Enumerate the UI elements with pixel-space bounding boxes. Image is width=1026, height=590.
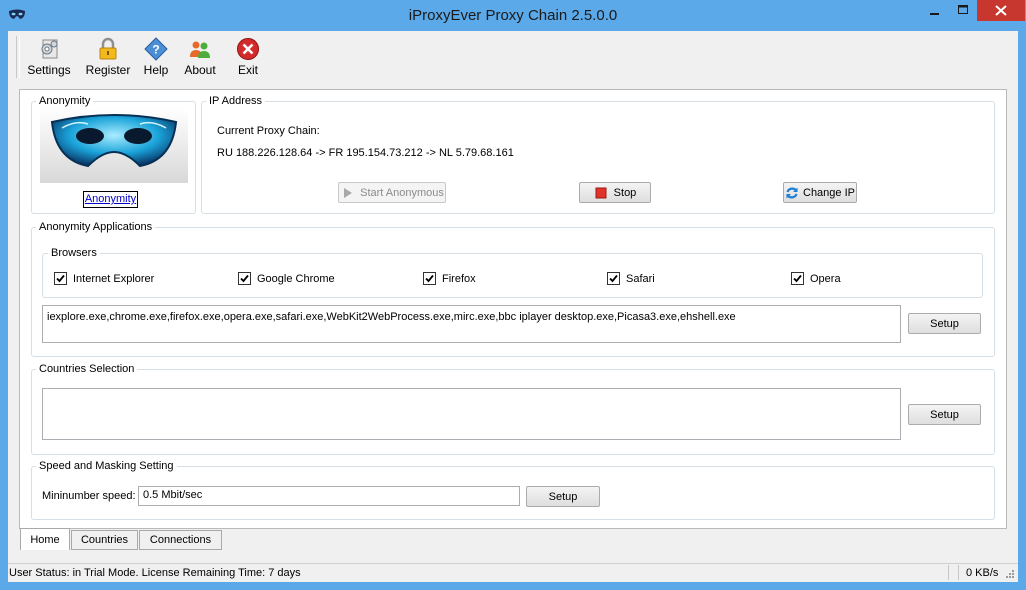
google-chrome-checkbox[interactable]: Google Chrome (238, 272, 335, 285)
close-icon (995, 5, 1007, 16)
tab-connections[interactable]: Connections (139, 530, 222, 550)
countries-setup-button[interactable]: Setup (908, 404, 981, 425)
checkbox-box[interactable] (54, 272, 67, 285)
firefox-checkbox[interactable]: Firefox (423, 272, 476, 285)
checkbox-box[interactable] (423, 272, 436, 285)
window-frame-left (0, 31, 8, 590)
checkbox-box[interactable] (791, 272, 804, 285)
anonymity-link[interactable]: Anonymity (83, 191, 138, 208)
proxy-chain-value: RU 188.226.128.64 -> FR 195.154.73.212 -… (217, 147, 514, 159)
padlock-icon (99, 37, 117, 60)
window-frame-right (1018, 31, 1026, 590)
proxy-chain-label: Current Proxy Chain: (217, 125, 320, 137)
applications-setup-label: Setup (930, 317, 959, 330)
exit-button[interactable]: Exit (232, 35, 264, 79)
checkmark-icon (56, 274, 65, 283)
opera-checkbox[interactable]: Opera (791, 272, 841, 285)
anonymity-group-title: Anonymity (36, 95, 94, 107)
play-icon (344, 187, 353, 198)
close-window-button[interactable] (977, 0, 1025, 21)
maximize-icon (958, 5, 968, 14)
register-button[interactable]: Register (84, 35, 132, 79)
checkbox-box[interactable] (238, 272, 251, 285)
firefox-label: Firefox (442, 272, 476, 285)
settings-label: Settings (27, 63, 71, 77)
browsers-group-title: Browsers (48, 247, 100, 259)
maximize-button[interactable] (949, 0, 977, 21)
tab-home-label: Home (30, 533, 60, 546)
checkmark-icon (425, 274, 434, 283)
mask-app-icon[interactable] (8, 9, 26, 21)
checkbox-box[interactable] (607, 272, 620, 285)
start-anonymous-button[interactable]: Start Anonymous (338, 182, 446, 203)
status-divider (958, 565, 959, 580)
people-icon (190, 41, 210, 58)
tab-countries-label: Countries (80, 534, 129, 546)
change-ip-label: Change IP (803, 186, 855, 199)
ip-address-group-title: IP Address (206, 95, 265, 107)
start-anonymous-label: Start Anonymous (360, 186, 444, 199)
stop-button[interactable]: Stop (579, 182, 651, 203)
internet-explorer-label: Internet Explorer (73, 272, 155, 285)
svg-text:?: ? (152, 43, 159, 57)
countries-setup-label: Setup (930, 408, 959, 421)
checkmark-icon (609, 274, 618, 283)
safari-checkbox[interactable]: Safari (607, 272, 655, 285)
status-divider (948, 565, 949, 580)
countries-textarea[interactable] (42, 388, 901, 440)
speed-masking-title: Speed and Masking Setting (36, 460, 177, 472)
close-circle-icon (237, 38, 259, 60)
about-label: About (184, 63, 216, 77)
internet-explorer-checkbox[interactable]: Internet Explorer (54, 272, 154, 285)
register-label: Register (85, 63, 131, 77)
window-title: iProxyEver Proxy Chain 2.5.0.0 (408, 7, 618, 24)
speed-setup-button[interactable]: Setup (526, 486, 600, 507)
safari-label: Safari (626, 272, 655, 285)
anonymity-applications-title: Anonymity Applications (36, 221, 156, 233)
tab-countries[interactable]: Countries (71, 530, 138, 550)
processes-textarea[interactable]: iexplore.exe,chrome.exe,firefox.exe,oper… (42, 305, 901, 343)
browsers-group (42, 253, 983, 298)
settings-button[interactable]: Settings (26, 35, 72, 79)
exit-label: Exit (237, 63, 258, 77)
checkmark-icon (793, 274, 802, 283)
opera-label: Opera (810, 272, 841, 285)
checkmark-icon (240, 274, 249, 283)
countries-selection-title: Countries Selection (36, 363, 138, 375)
change-ip-button[interactable]: Change IP (783, 182, 857, 203)
user-status-text: User Status: in Trial Mode. License Rema… (9, 567, 301, 579)
title-bar[interactable]: iProxyEver Proxy Chain 2.5.0.0 (0, 0, 1026, 31)
google-chrome-label: Google Chrome (257, 272, 335, 285)
minimize-icon (930, 13, 939, 15)
help-label: Help (143, 63, 169, 77)
stop-icon (595, 187, 607, 198)
settings-icon (41, 39, 58, 59)
transfer-speed-text: 0 KB/s (966, 567, 999, 579)
min-speed-label: Mininumber speed: (42, 490, 136, 502)
tab-connections-label: Connections (149, 534, 212, 546)
mask-logo-icon (40, 108, 188, 183)
refresh-icon (786, 187, 798, 198)
speed-setup-label: Setup (548, 490, 578, 503)
help-diamond-icon: ? (144, 37, 168, 61)
applications-setup-button[interactable]: Setup (908, 313, 981, 334)
min-speed-input[interactable]: 0.5 Mbit/sec (138, 486, 520, 506)
resize-grip-icon[interactable] (1005, 568, 1015, 580)
tab-home[interactable]: Home (20, 528, 70, 550)
about-button[interactable]: About (182, 35, 218, 79)
minimize-button[interactable] (921, 0, 949, 21)
toolbar-grip (16, 36, 20, 78)
stop-label: Stop (613, 186, 637, 199)
window-frame-bottom (0, 582, 1026, 590)
help-button[interactable]: ? Help (142, 35, 170, 79)
anonymity-link-text[interactable]: Anonymity (85, 193, 136, 205)
